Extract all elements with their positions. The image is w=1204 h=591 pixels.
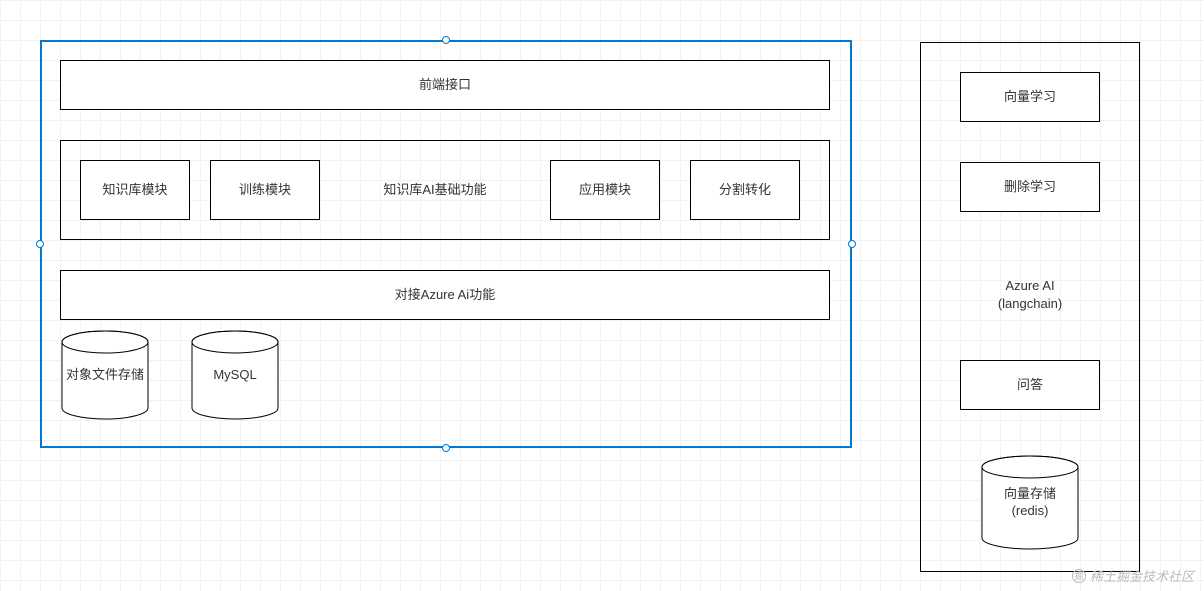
vector-learn-label: 向量学习 [1004,88,1056,106]
delete-learn-box[interactable]: 删除学习 [960,162,1100,212]
delete-learn-label: 删除学习 [1004,178,1056,196]
app-module-label: 应用模块 [579,181,631,199]
kb-ai-base-label: 知识库AI基础功能 [383,181,486,199]
vector-store-cylinder[interactable]: 向量存储 (redis) [980,455,1080,550]
frontend-api-label: 前端接口 [419,76,471,94]
watermark-icon: 掘 [1072,569,1086,583]
mysql-label: MySQL [209,367,260,384]
object-storage-label: 对象文件存储 [62,367,148,384]
selection-handle-bottom[interactable] [442,444,450,452]
selection-handle-top[interactable] [442,36,450,44]
watermark-text: 稀土掘金技术社区 [1090,566,1194,585]
train-module-label: 训练模块 [239,181,291,199]
watermark: 掘 稀土掘金技术社区 [1072,566,1194,585]
vector-store-label: 向量存储 (redis) [1000,486,1060,520]
split-convert-label: 分割转化 [719,181,771,199]
frontend-api-box[interactable]: 前端接口 [60,60,830,110]
kb-ai-base-box[interactable]: 知识库AI基础功能 [340,160,530,220]
kb-module-label: 知识库模块 [102,181,167,199]
split-convert-box[interactable]: 分割转化 [690,160,800,220]
qa-label: 问答 [1017,376,1043,394]
train-module-box[interactable]: 训练模块 [210,160,320,220]
qa-box[interactable]: 问答 [960,360,1100,410]
azure-connect-label: 对接Azure Ai功能 [395,286,495,304]
azure-ai-label: Azure AI (langchain) [998,277,1062,313]
mysql-cylinder[interactable]: MySQL [190,330,280,420]
azure-connect-box[interactable]: 对接Azure Ai功能 [60,270,830,320]
kb-module-box[interactable]: 知识库模块 [80,160,190,220]
selection-handle-right[interactable] [848,240,856,248]
object-storage-cylinder[interactable]: 对象文件存储 [60,330,150,420]
azure-ai-box[interactable]: Azure AI (langchain) [960,260,1100,330]
app-module-box[interactable]: 应用模块 [550,160,660,220]
selection-handle-left[interactable] [36,240,44,248]
vector-learn-box[interactable]: 向量学习 [960,72,1100,122]
